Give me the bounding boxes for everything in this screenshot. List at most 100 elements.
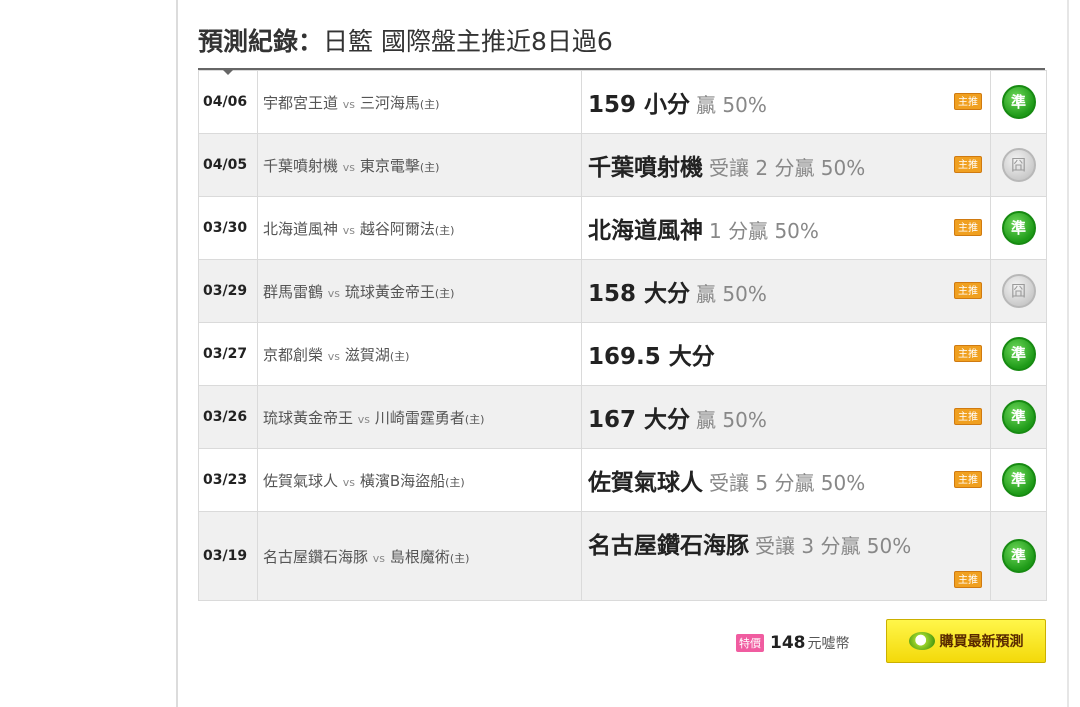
row-date: 03/23 (198, 448, 258, 512)
page-title: 預測紀錄：日籃 國際盤主推近8日過6 (198, 22, 613, 58)
team-away: 琉球黃金帝王 (263, 408, 354, 427)
row-date: 04/06 (198, 70, 258, 134)
row-prediction: 167 大分贏 50% 主推 (581, 385, 991, 449)
coin-icon (908, 632, 935, 650)
prediction-detail: 受讓 5 分贏 50% (709, 471, 866, 495)
prediction-pick: 千葉噴射機 (588, 155, 703, 181)
prediction-detail: 受讓 3 分贏 50% (755, 534, 912, 558)
row-date: 03/19 (198, 511, 258, 601)
row-match: 北海道風神 vs 越谷阿爾法(主) (257, 196, 582, 260)
buy-button-label: 購買最新預測 (939, 634, 1024, 650)
host-marker: (主) (419, 97, 440, 111)
main-pick-tag: 主推 (954, 345, 982, 362)
row-prediction: 名古屋鑽石海豚 受讓 3 分贏 50% 主推 (581, 511, 991, 601)
table-row: 03/19 名古屋鑽石海豚 vs 島根魔術(主) 名古屋鑽石海豚 受讓 3 分贏 50… (198, 511, 1047, 601)
vs-label: vs (357, 412, 371, 426)
correct-badge-icon: 準 (1001, 211, 1036, 245)
host-marker: (主) (434, 286, 455, 300)
row-result: 囧 (990, 259, 1047, 323)
price-unit: 元噓幣 (807, 636, 850, 652)
team-home: 越谷阿爾法 (359, 219, 435, 238)
correct-badge-icon: 準 (1001, 85, 1036, 119)
row-prediction: 169.5 大分 主推 (581, 322, 991, 386)
table-row: 03/26 琉球黃金帝王 vs 川崎雷霆勇者(主) 167 大分贏 50% 主推準 (198, 385, 1047, 449)
title-label: 預測紀錄： (198, 27, 324, 56)
table-row: 04/05 千葉噴射機 vs 東京電擊(主) 千葉噴射機 受讓 2 分贏 50% 主推 囧 (198, 133, 1047, 197)
left-divider (176, 0, 178, 707)
table-row: 03/29 群馬雷鶴 vs 琉球黃金帝王(主) 158 大分贏 50% 主推囧 (198, 259, 1047, 323)
row-match: 千葉噴射機 vs 東京電擊(主) (257, 133, 582, 197)
team-away: 北海道風神 (263, 219, 339, 238)
team-home: 東京電擊 (359, 156, 420, 175)
row-prediction: 千葉噴射機 受讓 2 分贏 50% 主推 (581, 133, 991, 197)
row-prediction: 158 大分贏 50% 主推 (581, 259, 991, 323)
host-marker: (主) (449, 551, 470, 565)
prediction-detail: 1 分贏 50% (709, 219, 819, 243)
host-marker: (主) (464, 412, 485, 426)
correct-badge-icon: 準 (1001, 400, 1036, 434)
vs-label: vs (372, 551, 386, 565)
main-pick-tag: 主推 (954, 408, 982, 425)
team-home: 川崎雷霆勇者 (374, 408, 465, 427)
team-home: 滋賀湖 (344, 345, 390, 364)
buy-latest-prediction-button[interactable]: 購買最新預測 (886, 619, 1046, 663)
prediction-pick: 佐賀氣球人 (588, 470, 703, 496)
team-home: 琉球黃金帝王 (344, 282, 435, 301)
main-pick-tag: 主推 (954, 282, 982, 299)
team-away: 群馬雷鶴 (263, 282, 324, 301)
team-home: 橫濱B海盜船 (359, 471, 446, 490)
miss-badge-icon: 囧 (1001, 148, 1036, 182)
vs-label: vs (342, 160, 356, 174)
right-divider (1067, 0, 1069, 707)
host-marker: (主) (434, 223, 455, 237)
vs-label: vs (342, 223, 356, 237)
row-match: 佐賀氣球人 vs 橫濱B海盜船(主) (257, 448, 582, 512)
main-pick-tag: 主推 (954, 156, 982, 173)
price-info: 特價 148 元噓幣 (736, 621, 850, 665)
row-result: 囧 (990, 133, 1047, 197)
row-date: 03/30 (198, 196, 258, 260)
prediction-pick: 158 大分 (588, 281, 691, 307)
table-row: 04/06 宇都宮王道 vs 三河海馬(主) 159 小分贏 50% 主推準 (198, 70, 1047, 134)
row-match: 群馬雷鶴 vs 琉球黃金帝王(主) (257, 259, 582, 323)
prediction-table: 04/06 宇都宮王道 vs 三河海馬(主) 159 小分贏 50% 主推準 04/05… (198, 68, 1047, 601)
vs-label: vs (342, 475, 356, 489)
prediction-detail: 贏 50% (696, 93, 767, 117)
vs-label: vs (327, 349, 341, 363)
host-marker: (主) (389, 349, 410, 363)
miss-badge-icon: 囧 (1001, 274, 1036, 308)
row-date: 04/05 (198, 133, 258, 197)
sale-badge: 特價 (736, 634, 764, 652)
team-away: 京都創榮 (263, 345, 324, 364)
team-home: 島根魔術 (389, 547, 450, 566)
row-date: 03/26 (198, 385, 258, 449)
prediction-pick: 名古屋鑽石海豚 (588, 533, 749, 559)
prediction-detail: 受讓 2 分贏 50% (709, 156, 866, 180)
team-away: 名古屋鑽石海豚 (263, 547, 369, 566)
vs-label: vs (327, 286, 341, 300)
title-subtitle: 日籃 國際盤主推近8日過6 (323, 27, 613, 56)
team-away: 宇都宮王道 (263, 93, 339, 112)
row-match: 名古屋鑽石海豚 vs 島根魔術(主) (257, 511, 582, 601)
prediction-pick: 北海道風神 (588, 218, 703, 244)
host-marker: (主) (445, 475, 465, 489)
main-pick-tag: 主推 (954, 93, 982, 110)
row-result: 準 (990, 322, 1047, 386)
row-result: 準 (990, 385, 1047, 449)
row-result: 準 (990, 196, 1047, 260)
row-result: 準 (990, 511, 1047, 601)
team-home: 三河海馬 (359, 93, 420, 112)
table-row: 03/23 佐賀氣球人 vs 橫濱B海盜船(主) 佐賀氣球人 受讓 5 分贏 50% 主… (198, 448, 1047, 512)
table-row: 03/30 北海道風神 vs 越谷阿爾法(主) 北海道風神 1 分贏 50% 主推準 (198, 196, 1047, 260)
row-match: 京都創榮 vs 滋賀湖(主) (257, 322, 582, 386)
prediction-detail: 贏 50% (696, 408, 767, 432)
row-date: 03/27 (198, 322, 258, 386)
correct-badge-icon: 準 (1001, 463, 1036, 497)
row-match: 琉球黃金帝王 vs 川崎雷霆勇者(主) (257, 385, 582, 449)
main-pick-tag: 主推 (954, 219, 982, 236)
host-marker: (主) (419, 160, 440, 174)
row-date: 03/29 (198, 259, 258, 323)
prediction-pick: 169.5 大分 (588, 344, 715, 370)
price-value: 148 (770, 633, 806, 653)
row-prediction: 159 小分贏 50% 主推 (581, 70, 991, 134)
